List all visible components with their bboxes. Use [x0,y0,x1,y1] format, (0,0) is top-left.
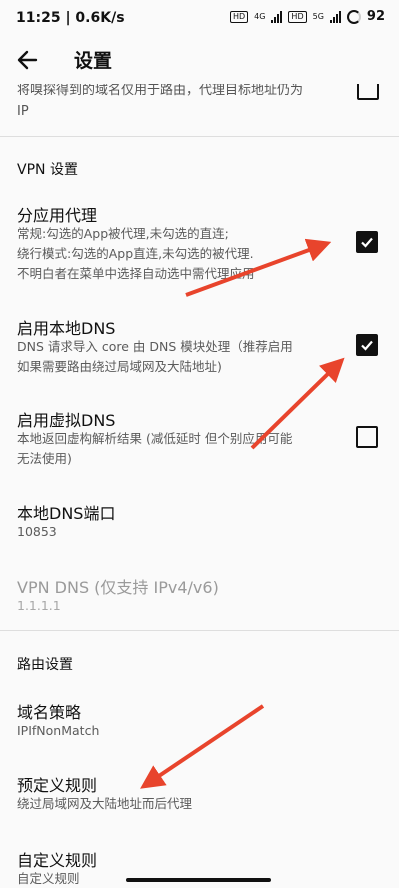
back-button[interactable] [14,46,44,74]
section-header-vpn: VPN 设置 [17,162,78,178]
item-title: 自定义规则 [17,851,98,870]
fake-dns-checkbox[interactable] [356,426,378,448]
item-value: 1.1.1.1 [17,598,61,613]
item-subtitle: 本地返回虚构解析结果 (减低延时 但个别应用可能 无法使用) [17,431,293,466]
home-indicator[interactable] [126,878,271,882]
hd-badge-2: HD [288,10,307,23]
divider [0,630,399,631]
settings-item-local-dns[interactable]: 启用本地DNS DNS 请求导入 core 由 DNS 模块处理（推荐启用 如果… [0,313,399,383]
item-title: 预定义规则 [17,776,98,795]
item-title: VPN DNS (仅支持 IPv4/v6) [17,578,219,597]
network-4g-label: 4G [254,12,266,21]
item-title: 分应用代理 [17,206,98,225]
status-bar: 11:25 | 0.6K/s HD 4G HD 5G 92 [0,0,399,36]
item-subtitle: 常规:勾选的App被代理,未勾选的直连; 绕行模式:勾选的App直连,未勾选的被… [17,226,255,281]
settings-item-predefined-rules[interactable]: 预定义规则 绕过局域网及大陆地址而后代理 [0,770,399,820]
item-value: 绕过局域网及大陆地址而后代理 [17,796,193,811]
section-header-routing: 路由设置 [17,657,73,673]
settings-item-per-app-proxy[interactable]: 分应用代理 常规:勾选的App被代理,未勾选的直连; 绕行模式:勾选的App直连… [0,200,399,290]
settings-item-vpn-dns: VPN DNS (仅支持 IPv4/v6) 1.1.1.1 [0,572,399,622]
hd-badge: HD [229,10,249,23]
check-icon [361,237,373,248]
settings-item-local-dns-port[interactable]: 本地DNS端口 10853 [0,498,399,548]
signal-icon-2 [329,10,341,23]
local-dns-checkbox[interactable] [356,334,378,356]
divider [0,136,399,137]
status-icons: HD 4G HD 5G 92 [229,9,385,24]
signal-icon [271,10,283,23]
item-title: 本地DNS端口 [17,504,116,523]
item-title: 启用本地DNS [17,319,116,338]
item-subtitle: DNS 请求导入 core 由 DNS 模块处理（推荐启用 如果需要路由绕过局域… [17,339,293,374]
item-value: 10853 [17,524,57,539]
status-time-speed: 11:25 | 0.6K/s [16,10,125,26]
page-title: 设置 [74,50,113,72]
battery-icon [346,9,361,24]
per-app-proxy-checkbox[interactable] [356,231,378,253]
network-5g-label: 5G [312,12,324,21]
item-title: 域名策略 [17,703,82,722]
app-bar: 设置 [0,36,399,84]
back-arrow-icon [17,50,38,70]
settings-item-domain-strategy[interactable]: 域名策略 IPIfNonMatch [0,697,399,747]
settings-item-sniffing-route-only[interactable]: 将嗅探得到的域名仅用于路由，代理目标地址仍为 IP [0,84,399,130]
sniffing-description: 将嗅探得到的域名仅用于路由，代理目标地址仍为 IP [17,84,304,119]
settings-item-fake-dns[interactable]: 启用虚拟DNS 本地返回虚构解析结果 (减低延时 但个别应用可能 无法使用) [0,405,399,475]
battery-level: 92 [366,9,385,24]
sniffing-checkbox[interactable] [357,84,379,100]
item-value: IPIfNonMatch [17,723,100,738]
check-icon [361,340,373,351]
item-title: 启用虚拟DNS [17,411,116,430]
